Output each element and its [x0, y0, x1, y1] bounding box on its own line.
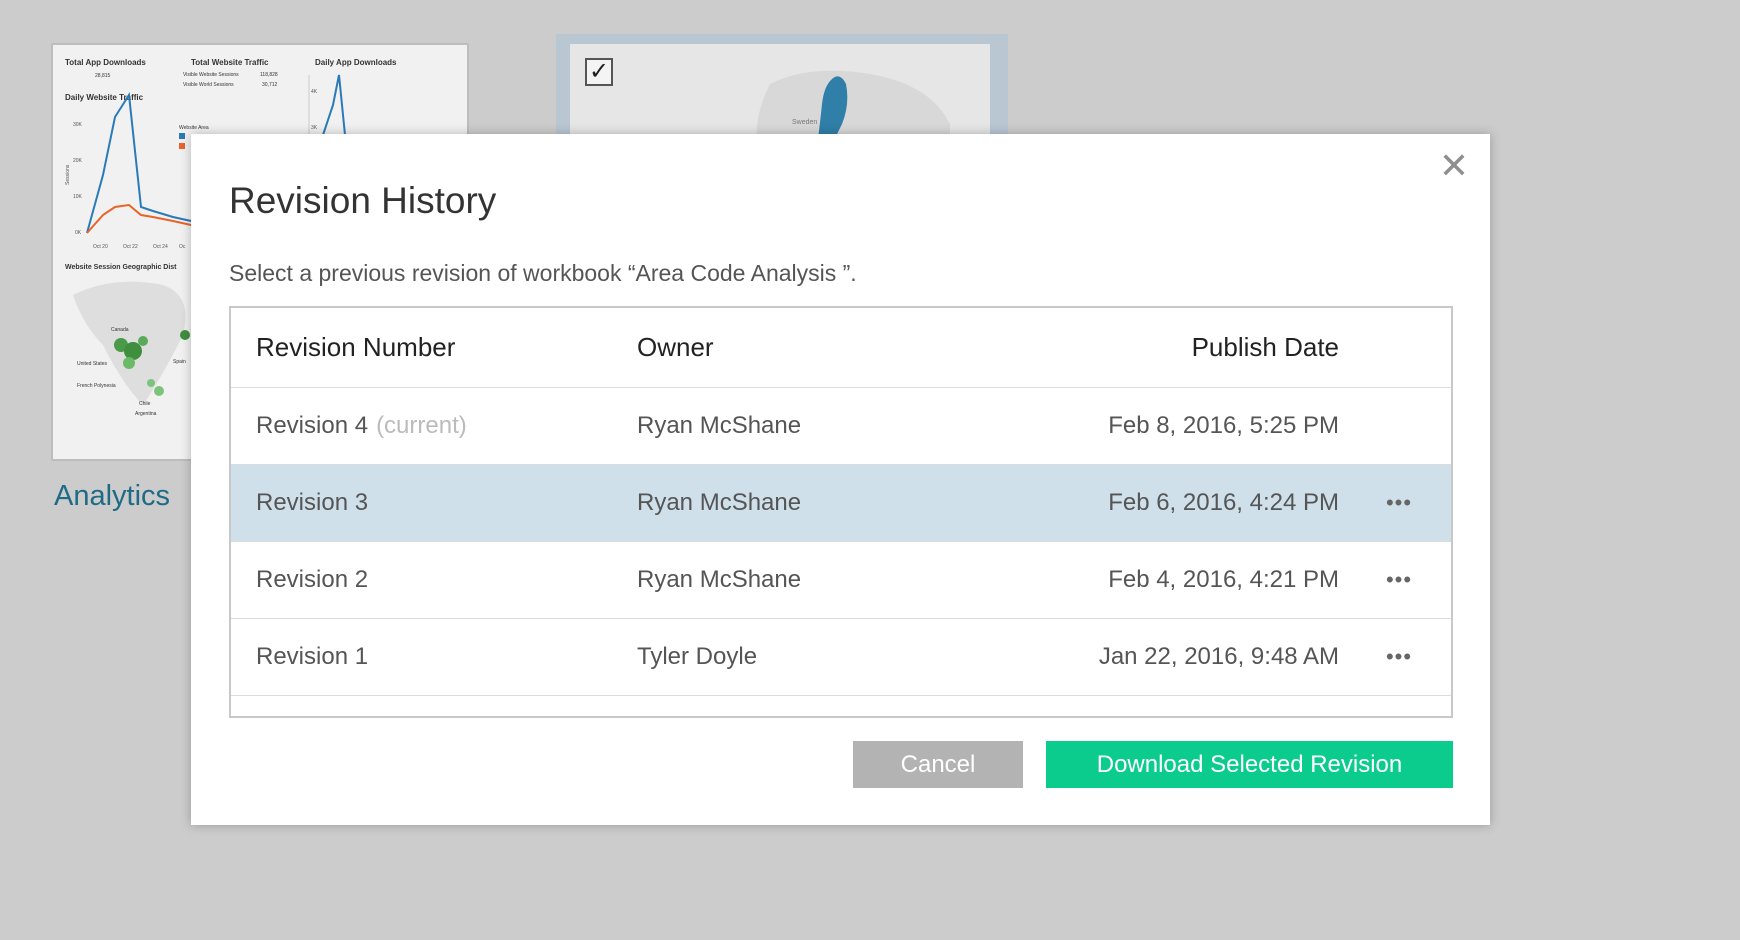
- thumb-text: Daily Website Traffic: [65, 93, 144, 102]
- thumb-tick: Sessions: [65, 164, 71, 185]
- thumb-text: Daily App Downloads: [315, 58, 397, 67]
- thumb-line-blue: [86, 92, 204, 234]
- column-header-owner[interactable]: Owner: [637, 308, 714, 387]
- thumb-tick: Oc: [179, 244, 186, 250]
- thumb-map-dot: [124, 342, 142, 360]
- thumb-text: Total App Downloads: [65, 58, 146, 67]
- thumb-text: Website Area: [179, 125, 209, 131]
- more-options-icon[interactable]: •••: [1369, 619, 1429, 695]
- owner-cell: Ryan McShane: [637, 566, 802, 593]
- column-header-publish-date[interactable]: Publish Date: [1192, 308, 1339, 387]
- thumb-text: Visible Website Sessions: [183, 72, 239, 78]
- owner-cell: Tyler Doyle: [637, 643, 758, 670]
- map-label: Sweden: [792, 119, 817, 126]
- close-icon[interactable]: ✕: [1436, 148, 1472, 184]
- revision-cell: Revision 4 (current): [256, 388, 467, 464]
- owner-cell: Ryan McShane: [637, 489, 802, 516]
- thumb-text: 118,828: [260, 72, 278, 78]
- thumb-text: Visible World Sessions: [183, 82, 234, 88]
- revision-history-dialog: ✕ Revision History Select a previous rev…: [191, 134, 1490, 825]
- publish-date-cell: Feb 8, 2016, 5:25 PM: [1108, 412, 1339, 439]
- thumb-map-label: Spain: [173, 359, 186, 365]
- workbook-thumbnail-selected[interactable]: Sweden: [556, 34, 1008, 134]
- thumb-tick: 0K: [75, 230, 82, 236]
- workbook-name-link[interactable]: Analytics: [54, 480, 170, 513]
- table-row-revision-2[interactable]: Revision 2 Ryan McShane Feb 4, 2016, 4:2…: [231, 542, 1451, 619]
- thumb-map-label: United States: [77, 361, 108, 367]
- thumb-map-dot: [123, 357, 135, 369]
- thumb-map-dot: [180, 330, 190, 340]
- revision-cell: Revision 1: [256, 619, 368, 695]
- thumb-map-dot: [154, 386, 164, 396]
- thumb-map-label: French Polynesia: [77, 383, 116, 389]
- thumb-tick: Oct 20: [93, 244, 108, 250]
- thumb-text: Total Website Traffic: [191, 58, 269, 67]
- table-header: Revision Number Owner Publish Date: [231, 308, 1451, 388]
- more-options-icon[interactable]: •••: [1369, 542, 1429, 618]
- revision-number: Revision 4: [256, 412, 369, 439]
- workbook-select-checkbox[interactable]: ✓: [585, 58, 613, 86]
- thumb-map-label: Canada: [111, 327, 129, 333]
- publish-date-cell: Feb 6, 2016, 4:24 PM: [1108, 489, 1339, 516]
- download-selected-revision-button[interactable]: Download Selected Revision: [1046, 741, 1453, 788]
- thumb-line-downloads: [322, 74, 346, 136]
- thumb-tick: Oct 22: [123, 244, 138, 250]
- owner-cell: Ryan McShane: [637, 412, 802, 439]
- revision-number: Revision 3: [256, 489, 369, 516]
- column-header-revision[interactable]: Revision Number: [256, 308, 455, 387]
- thumb-map-dot: [147, 379, 155, 387]
- more-options-icon[interactable]: •••: [1369, 465, 1429, 541]
- current-tag: (current): [376, 412, 467, 439]
- thumb-tick: 30K: [73, 122, 83, 128]
- cancel-button[interactable]: Cancel: [853, 741, 1023, 788]
- revision-table: Revision Number Owner Publish Date Revis…: [229, 306, 1453, 718]
- thumb-text: 28,815: [95, 73, 111, 79]
- map-landmass: [756, 70, 950, 134]
- publish-date-cell: Jan 22, 2016, 9:48 AM: [1098, 643, 1339, 670]
- thumb-text: 30,712: [262, 82, 278, 88]
- thumb-tick: 3K: [311, 125, 318, 131]
- thumb-tick: 10K: [73, 194, 83, 200]
- thumb-legend-orange: [179, 143, 185, 149]
- dialog-subtitle: Select a previous revision of workbook “…: [229, 260, 857, 286]
- table-row-revision-1[interactable]: Revision 1 Tyler Doyle Jan 22, 2016, 9:4…: [231, 619, 1451, 696]
- thumb-legend-blue: [179, 133, 185, 139]
- thumb-map-label: Chile: [139, 401, 151, 407]
- revision-number: Revision 1: [256, 643, 369, 670]
- thumb-text: Website Session Geographic Dist: [65, 264, 177, 271]
- table-row-revision-3[interactable]: Revision 3 Ryan McShane Feb 6, 2016, 4:2…: [231, 465, 1451, 542]
- revision-number: Revision 2: [256, 566, 369, 593]
- revision-cell: Revision 2: [256, 542, 368, 618]
- table-row-revision-4[interactable]: Revision 4 (current) Ryan McShane Feb 8,…: [231, 388, 1451, 465]
- publish-date-cell: Feb 4, 2016, 4:21 PM: [1108, 566, 1339, 593]
- map-preview: Sweden: [570, 44, 990, 134]
- map-preview-graphic: Sweden: [756, 70, 950, 134]
- thumb-tick: 4K: [311, 89, 318, 95]
- dialog-title: Revision History: [229, 180, 497, 221]
- revision-cell: Revision 3: [256, 465, 368, 541]
- thumb-tick: Oct 24: [153, 244, 168, 250]
- thumb-map-dot: [138, 336, 148, 346]
- thumb-tick: 20K: [73, 158, 83, 164]
- thumb-map-label: Argentina: [135, 411, 157, 417]
